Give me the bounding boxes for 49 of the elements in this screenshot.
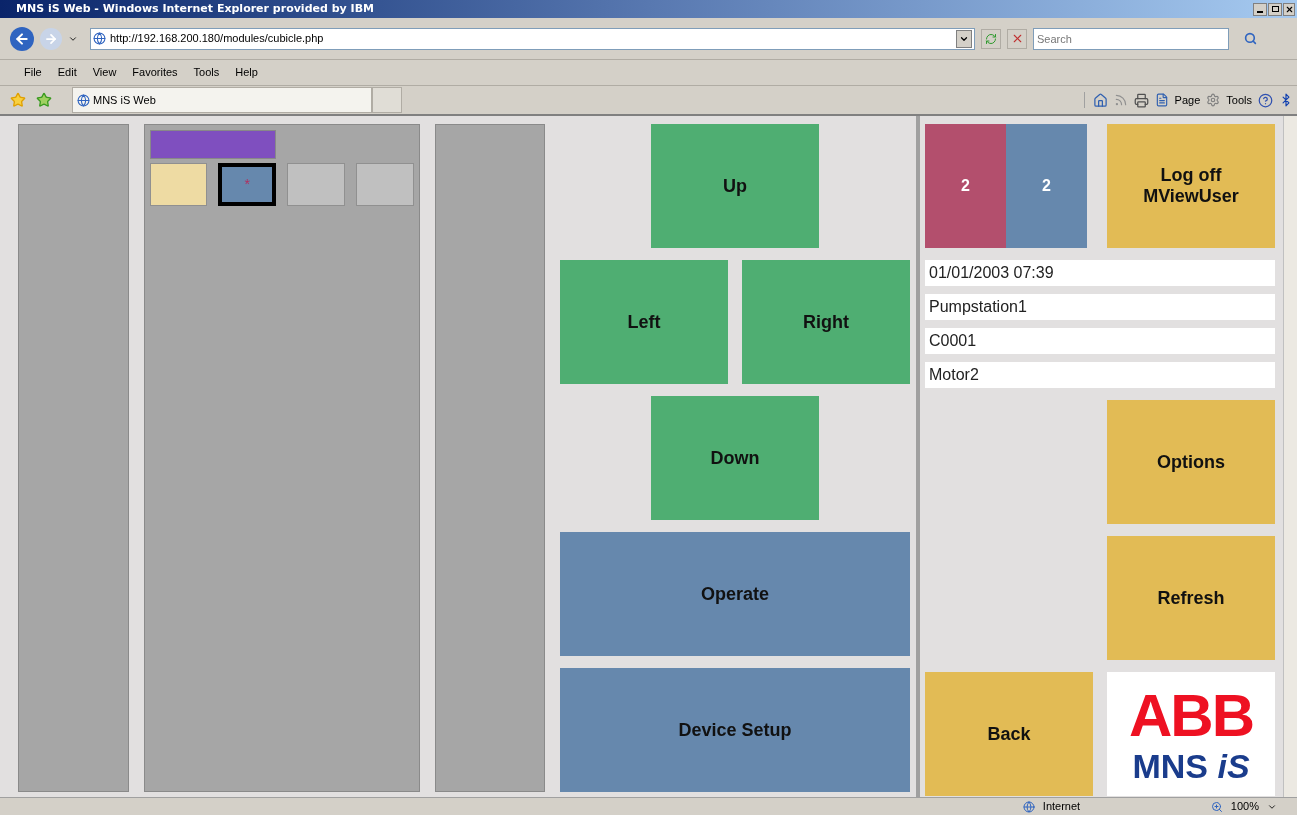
tools-menu[interactable]: Tools (1226, 91, 1252, 109)
refresh-icon[interactable] (981, 28, 1001, 49)
zone-label: Internet (1042, 799, 1082, 815)
add-favorite-icon[interactable] (36, 92, 52, 108)
dropdown-icon[interactable] (956, 29, 972, 48)
menu-item[interactable]: File (24, 64, 42, 81)
abb-logo: ABB MNS iS (1107, 672, 1275, 796)
menu-item[interactable]: Favorites (132, 64, 178, 81)
window-title: MNS iS Web - Windows Internet Explorer provided by IBM (15, 0, 374, 17)
device-setup-button[interactable]: Device Setup (560, 668, 910, 792)
menu-item[interactable]: Help (235, 64, 258, 81)
info-field: 01/01/2003 07:39 (925, 260, 1275, 286)
globe-icon (1022, 800, 1035, 813)
feed-icon[interactable] (1113, 93, 1128, 107)
home-icon[interactable] (1092, 92, 1108, 108)
menu-item[interactable]: Edit (57, 64, 77, 81)
help-icon[interactable] (1258, 92, 1273, 108)
zoom-icon[interactable] (1210, 800, 1223, 813)
menu-item[interactable]: Tools (193, 64, 220, 81)
browser-tab[interactable]: MNS iS Web (72, 87, 372, 113)
module-slot[interactable] (149, 163, 208, 206)
down-button[interactable]: Down (651, 396, 819, 520)
counter-tile: 2 (925, 124, 1006, 248)
operate-button[interactable]: Operate (560, 532, 910, 656)
scrollbar[interactable] (1283, 116, 1297, 797)
info-field: C0001 (925, 328, 1275, 354)
stop-icon[interactable] (1007, 28, 1027, 49)
minimize-button[interactable] (1253, 2, 1267, 16)
page-menu[interactable]: Page (1174, 91, 1201, 109)
left-button[interactable]: Left (560, 260, 728, 384)
refresh-button[interactable]: Refresh (1107, 536, 1275, 660)
up-button[interactable]: Up (651, 124, 819, 248)
options-button[interactable]: Options (1107, 400, 1275, 524)
settings-icon (1206, 93, 1221, 107)
right-button[interactable]: Right (742, 260, 910, 384)
close-button[interactable] (1283, 2, 1295, 16)
back-button[interactable]: Back (925, 672, 1093, 796)
address-field[interactable]: http://192.168.200.180/modules/cubicle.php (90, 27, 975, 50)
back-icon[interactable] (10, 26, 34, 51)
zoom-level[interactable]: 100% (1230, 798, 1259, 815)
log-off-button[interactable]: Log off MViewUser (1107, 124, 1275, 248)
info-field: Motor2 (925, 362, 1275, 388)
print-icon[interactable] (1133, 92, 1149, 108)
counter-tile: 2 (1006, 124, 1087, 248)
restore-button[interactable] (1268, 2, 1282, 16)
info-field: Pumpstation1 (925, 294, 1275, 320)
menu-item[interactable]: View (92, 64, 117, 81)
search-field[interactable]: Search (1033, 27, 1229, 50)
favorites-star-icon[interactable] (10, 92, 26, 108)
